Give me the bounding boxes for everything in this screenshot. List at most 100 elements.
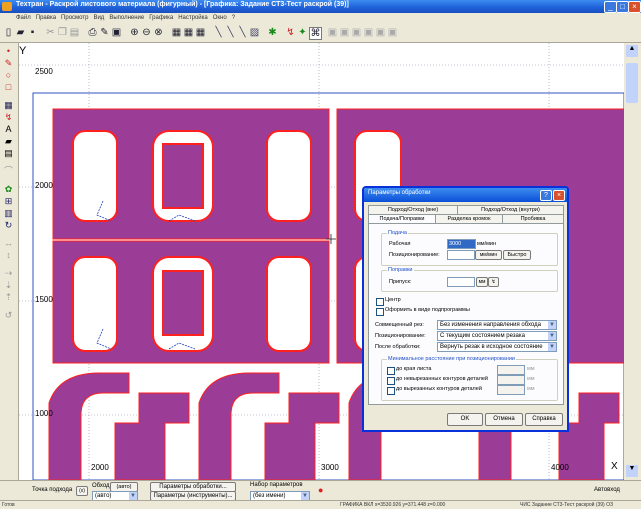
move-icon[interactable]: ↔ — [2, 237, 15, 249]
subprogram-checkbox[interactable] — [376, 308, 384, 316]
paste-icon[interactable]: ▤ — [69, 27, 80, 38]
pos-unit-button[interactable]: мм/мин — [475, 250, 502, 260]
point-tool-icon[interactable]: • — [2, 45, 15, 57]
dialog-titlebar: Параметры обработки ? × — [364, 188, 567, 202]
record-icon[interactable]: ● — [318, 485, 323, 495]
title-bar: Техтран - Раскрой листового материала (ф… — [0, 0, 641, 13]
undo-icon[interactable]: ↺ — [2, 309, 15, 321]
chevron-down-icon: ▼ — [548, 332, 556, 340]
scroll-down-icon[interactable]: ▼ — [626, 465, 638, 477]
doc-tool-icon[interactable]: ▤ — [2, 147, 15, 159]
help-button[interactable]: Справка — [525, 413, 563, 426]
zoom-out-icon[interactable]: ⊖ — [141, 27, 152, 38]
chevron-down-icon: ▼ — [548, 321, 556, 329]
allowance-unit-button[interactable]: мм — [476, 277, 488, 287]
move3-icon[interactable]: ⇢ — [2, 267, 15, 279]
nest3-icon[interactable]: ▥ — [2, 207, 15, 219]
circle-tool-icon[interactable]: ○ — [2, 69, 15, 81]
move2-icon[interactable]: ↕ — [2, 249, 15, 261]
measure-icon[interactable]: ⌒ — [2, 165, 15, 177]
line-tool3-icon[interactable]: ╲ — [237, 27, 248, 38]
menu-item[interactable]: Настройка — [178, 15, 208, 21]
rectangle-tool-icon[interactable]: □ — [2, 81, 15, 93]
line-tool-icon[interactable]: ╲ — [213, 27, 224, 38]
edge-distance-input[interactable] — [497, 365, 525, 375]
open-folder-icon[interactable]: ▰ — [15, 27, 26, 38]
menu-item[interactable]: Выполнение — [109, 15, 144, 21]
route-icon[interactable]: ↯ — [285, 27, 296, 38]
pos-label: Позиционирование: — [389, 252, 440, 258]
x-tick-2000: 2000 — [91, 463, 109, 472]
new-file-icon[interactable]: ▯ — [3, 27, 14, 38]
after-processing-select[interactable]: Вернуть резак в исходное состояние ▼ — [437, 342, 557, 352]
cut-distance-input[interactable] — [497, 385, 525, 395]
window-title: Техтран - Раскрой листового материала (ф… — [16, 1, 349, 8]
vertical-scrollbar[interactable]: ▲ ▼ — [624, 43, 641, 480]
point-button[interactable]: (x) — [76, 486, 88, 496]
view-icon[interactable]: ▣ — [111, 27, 122, 38]
menu-item[interactable]: Правка — [36, 15, 56, 21]
dialog-close-icon[interactable]: × — [553, 190, 565, 201]
status-task: ЧИС Задание СТ3-Тест раскрой (39) ОЗ — [520, 502, 614, 508]
scroll-thumb[interactable] — [626, 63, 638, 103]
zoom-in-icon[interactable]: ⊕ — [129, 27, 140, 38]
uncut-checkbox[interactable] — [387, 377, 395, 385]
properties-icon[interactable]: ✎ — [99, 27, 110, 38]
line-tool2-icon[interactable]: ╲ — [225, 27, 236, 38]
after-processing-label: После обработки: — [375, 344, 421, 350]
menu-item[interactable]: Файл — [16, 15, 31, 21]
work-unit: мм/мин — [477, 241, 496, 247]
fast-button[interactable]: Быстро — [503, 250, 531, 260]
tool-path-icon[interactable]: ✱ — [267, 27, 278, 38]
allowance-input[interactable] — [447, 277, 475, 287]
chevron-down-icon: ▼ — [548, 343, 556, 351]
uncut-distance-input[interactable] — [497, 375, 525, 385]
route2-icon[interactable]: ✦ — [297, 27, 308, 38]
edge-checkbox[interactable] — [387, 367, 395, 375]
layout2-icon[interactable]: ▦ — [183, 27, 194, 38]
scroll-up-icon[interactable]: ▲ — [626, 45, 638, 57]
work-feed-input[interactable]: 3000 — [447, 239, 476, 249]
layout3-icon[interactable]: ▦ — [195, 27, 206, 38]
arrow-tool-icon[interactable]: ↯ — [2, 111, 15, 123]
pencil-icon[interactable]: ✎ — [2, 57, 15, 69]
dialog-help-icon[interactable]: ? — [540, 190, 552, 201]
positioning-select[interactable]: С текущим состоянием резака ▼ — [437, 331, 557, 341]
layer-tool-icon[interactable]: ▰ — [2, 135, 15, 147]
cancel-button[interactable]: Отмена — [485, 413, 523, 426]
nest2-icon[interactable]: ⊞ — [2, 195, 15, 207]
line-tool4-icon[interactable]: ▨ — [249, 27, 260, 38]
menu-item[interactable]: Вид — [93, 15, 104, 21]
copy-icon[interactable]: ❐ — [57, 27, 68, 38]
save-icon[interactable]: ▪ — [27, 27, 38, 38]
processing-params-dialog: Параметры обработки ? × Подход/Отход (вн… — [362, 186, 569, 432]
combined-cut-select[interactable]: Без изменения направления обхода ▼ — [437, 320, 557, 330]
cut-checkbox[interactable] — [387, 387, 395, 395]
positioning-value: С текущим состоянием резака — [440, 333, 525, 339]
print-icon[interactable]: ⎙ — [87, 27, 98, 38]
app-icon — [2, 2, 12, 11]
uncut-unit: мм — [527, 376, 535, 382]
close-button[interactable]: × — [628, 1, 641, 13]
grid-tool-icon[interactable]: ▦ — [2, 99, 15, 111]
disabled-tool-icon: ▣ — [327, 27, 338, 38]
menu-item[interactable]: ? — [232, 15, 235, 21]
edge-label: до края листа — [396, 366, 432, 372]
rotate-icon[interactable]: ↻ — [2, 219, 15, 231]
menu-item[interactable]: Окно — [213, 15, 227, 21]
cut-icon[interactable]: ✂ — [45, 27, 56, 38]
pos-feed-input[interactable] — [447, 250, 475, 260]
move4-icon[interactable]: ⇣ — [2, 279, 15, 291]
nest-icon[interactable]: ✿ — [2, 183, 15, 195]
center-checkbox[interactable] — [376, 298, 384, 306]
params-icon[interactable]: ⌘ — [309, 27, 322, 40]
allowance-extra-icon[interactable]: ↯ — [488, 277, 499, 287]
text-tool-icon[interactable]: A — [2, 123, 15, 135]
menu-item[interactable]: Просмотр — [61, 15, 88, 21]
move5-icon[interactable]: ⇡ — [2, 291, 15, 303]
layout-icon[interactable]: ▦ — [171, 27, 182, 38]
ok-button[interactable]: OK — [447, 413, 483, 426]
after-processing-value: Вернуть резак в исходное состояние — [440, 344, 543, 350]
zoom-window-icon[interactable]: ⊗ — [153, 27, 164, 38]
menu-item[interactable]: Графика — [149, 15, 173, 21]
